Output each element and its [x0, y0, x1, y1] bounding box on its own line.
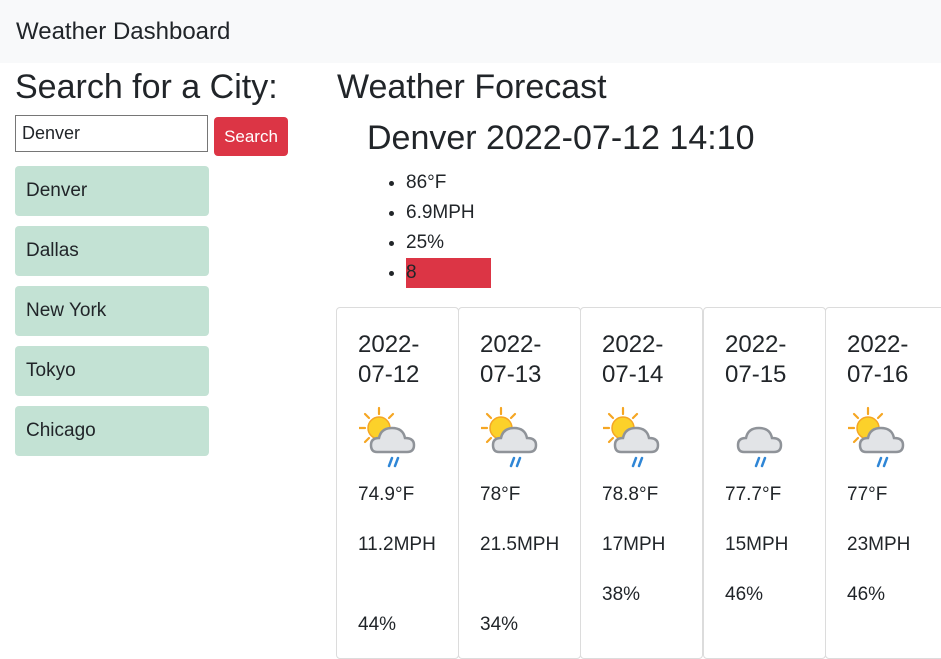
- forecast-wind: 21.5MPH: [480, 534, 560, 555]
- forecast-humidity: 38%: [602, 584, 641, 605]
- history-city-button[interactable]: New York: [15, 286, 209, 336]
- forecast-heading: Weather Forecast: [337, 68, 607, 106]
- search-button[interactable]: Search: [214, 117, 288, 156]
- partly-cloudy-rain-icon: [481, 406, 538, 468]
- forecast-temperature: 78°F: [480, 484, 521, 505]
- forecast-temperature: 74.9°F: [358, 484, 415, 505]
- current-humidity: 25%: [406, 228, 491, 258]
- uv-index-badge: 8: [406, 258, 491, 288]
- partly-cloudy-rain-icon: [848, 406, 905, 468]
- forecast-card: 2022-07-15 77.7°F 15MPH 46%: [703, 307, 826, 659]
- history-city-button[interactable]: Chicago: [15, 406, 209, 456]
- forecast-card: 2022-07-16 77°F 23MPH 46%: [825, 307, 941, 659]
- history-city-button[interactable]: Dallas: [15, 226, 209, 276]
- forecast-wind: 15MPH: [725, 534, 789, 555]
- app-title: Weather Dashboard: [16, 18, 231, 45]
- partly-cloudy-rain-icon: [359, 406, 416, 468]
- forecast-card: 2022-07-14 78.8°F 17MPH 38%: [580, 307, 703, 659]
- forecast-date: 2022-07-14: [602, 331, 664, 388]
- navbar: Weather Dashboard: [0, 0, 941, 63]
- forecast-humidity: 34%: [480, 614, 519, 635]
- forecast-wind: 11.2MPH: [358, 534, 436, 555]
- current-uv-item: 8: [406, 258, 491, 288]
- history-city-button[interactable]: Denver: [15, 166, 209, 216]
- forecast-temperature: 77°F: [847, 484, 888, 505]
- forecast-humidity: 44%: [358, 614, 397, 635]
- forecast-date: 2022-07-13: [480, 331, 542, 388]
- forecast-temperature: 77.7°F: [725, 484, 782, 505]
- forecast-temperature: 78.8°F: [602, 484, 659, 505]
- forecast-humidity: 46%: [847, 584, 886, 605]
- five-day-forecast: 2022-07-12 74.9°F 11.2MPH 44% 2022-07-13: [336, 307, 941, 659]
- forecast-date: 2022-07-12: [358, 331, 420, 388]
- search-history-list: Denver Dallas New York Tokyo Chicago: [15, 166, 209, 466]
- forecast-humidity: 46%: [725, 584, 764, 605]
- history-city-button[interactable]: Tokyo: [15, 346, 209, 396]
- current-temperature: 86°F: [406, 168, 491, 198]
- current-conditions-list: 86°F 6.9MPH 25% 8: [382, 168, 491, 288]
- forecast-card: 2022-07-13 78°F 21.5MPH 34%: [458, 307, 581, 659]
- cloud-rain-icon: [736, 426, 783, 468]
- partly-cloudy-rain-icon: [603, 406, 660, 468]
- forecast-date: 2022-07-16: [847, 331, 909, 388]
- search-heading: Search for a City:: [15, 68, 278, 106]
- forecast-wind: 23MPH: [847, 534, 911, 555]
- city-search-input[interactable]: [15, 115, 208, 152]
- forecast-date: 2022-07-15: [725, 331, 787, 388]
- forecast-wind: 17MPH: [602, 534, 666, 555]
- forecast-card: 2022-07-12 74.9°F 11.2MPH 44%: [336, 307, 459, 659]
- current-wind: 6.9MPH: [406, 198, 491, 228]
- current-city-title: Denver 2022-07-12 14:10: [367, 119, 755, 157]
